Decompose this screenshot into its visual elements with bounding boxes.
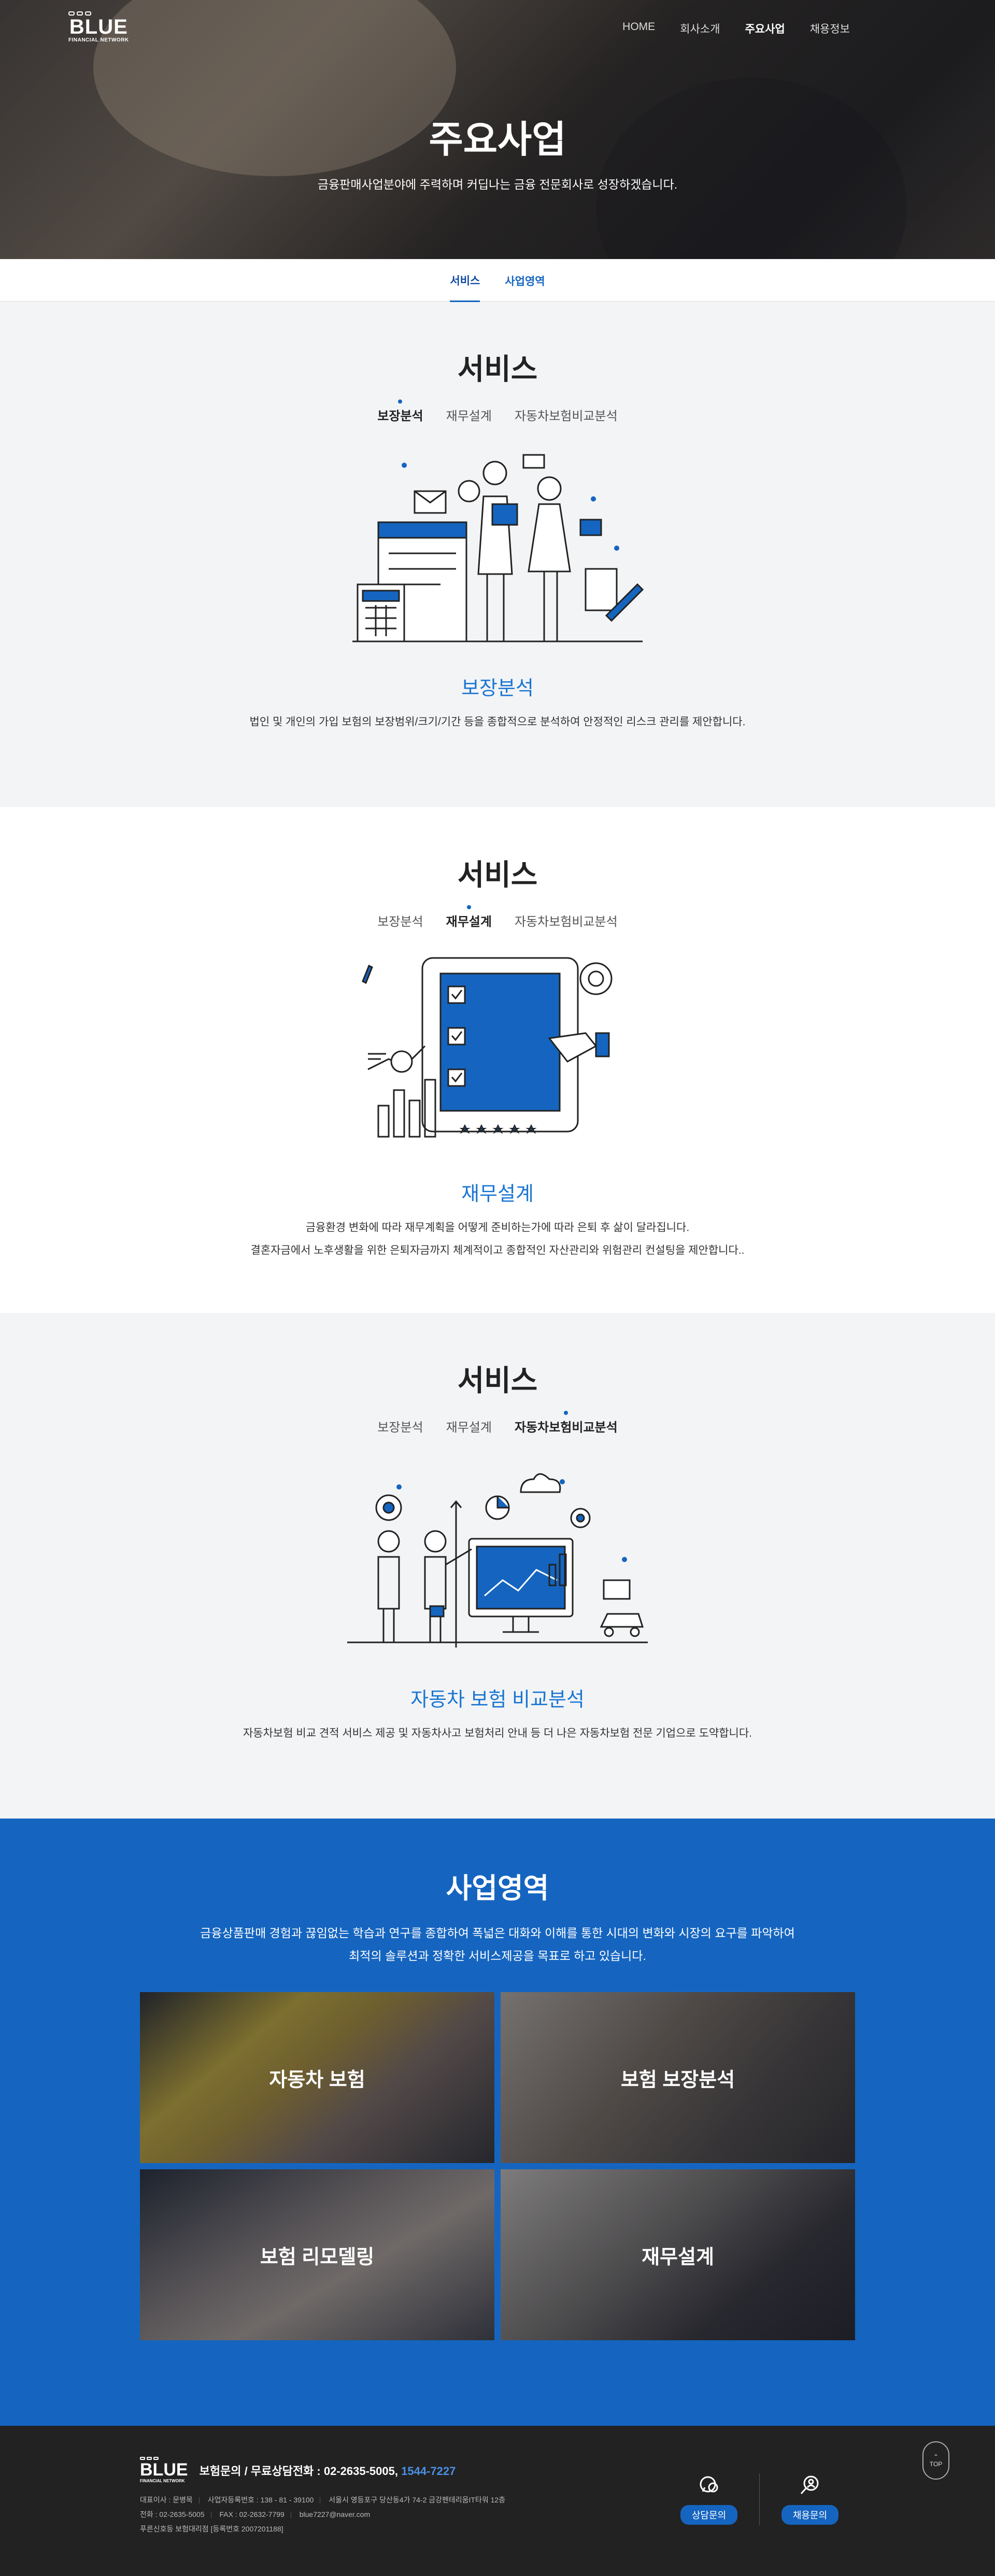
logo-mark-icon [68,11,129,16]
sub-tab-coverage[interactable]: 보장분석 [377,1417,423,1435]
service-title: 서비스 [457,858,538,891]
footer-address: 서울시 영등포구 당산동4가 74-2 금강펜테리움IT타워 12층 [329,2496,506,2504]
footer-contact: 보험문의 / 무료상담전화 : 02-2635-5005, 1544-7227 [200,2462,456,2479]
footer-top: BLUE FINANCIAL NETWORK 보험문의 / 무료상담전화 : 0… [140,2457,995,2483]
business-title: 사업영역 [446,1873,549,1904]
card-car-insurance[interactable]: 자동차 보험 [140,1992,494,2163]
logo-sub: FINANCIAL NETWORK [68,37,129,43]
card-title: 보험 리모델링 [260,2246,375,2268]
chevron-up-icon: ⌃ [933,2453,939,2460]
service-section-2: 서비스 보장분석 재무설계 자동차보험비교분석 재무설계 금융환경 변화에 따라… [0,807,995,1313]
business-desc-line1: 금융상품판매 경험과 끊임없는 학습과 연구를 종합하여 폭넓은 대화와 이해를… [200,1926,795,1940]
service-item-desc: 금융환경 변화에 따라 재무계획을 어떻게 준비하는가에 따라 은퇴 후 삶이 … [0,1217,995,1262]
footer-contact-text: 보험문의 / 무료상담전화 : 02-2635-5005, [199,2464,398,2478]
sub-tab-car[interactable]: 자동차보험비교분석 [515,406,618,424]
menu-home[interactable]: HOME [622,21,655,36]
card-title: 자동차 보험 [269,2069,365,2091]
service-item-desc: 자동차보험 비교 견적 서비스 제공 및 자동차사고 보험처리 안내 등 더 나… [243,1727,752,1739]
sub-tab-car[interactable]: 자동차보험비교분석 [515,1411,618,1435]
footer-email: blue7227@naver.com [299,2510,371,2518]
service-sub-tabs: 보장분석 재무설계 자동차보험비교분석 [0,1411,995,1435]
top-button[interactable]: ⌃ TOP [922,2441,949,2480]
footer-buttons: 상담문의 채용문의 [669,2473,850,2525]
service-section-3: 서비스 보장분석 재무설계 자동차보험비교분석 자동차 보험 비교분석 자동차보… [0,1313,995,1819]
footer-info: 대표이사 : 문병목 사업자등록번호 : 138 - 81 - 39100 서울… [140,2493,995,2536]
logo[interactable]: BLUE FINANCIAL NETWORK [68,11,129,43]
business-desc-line2: 최적의 솔루션과 정확한 서비스제공을 목표로 하고 있습니다. [349,1949,646,1963]
card-remodeling[interactable]: 보험 리모델링 [140,2169,494,2340]
card-financial-planning[interactable]: 재무설계 [501,2169,855,2340]
sub-tab-planning[interactable]: 재무설계 [446,905,492,929]
footer-logo-sub: FINANCIAL NETWORK [140,2479,185,2483]
footer-logo-word: BLUE [140,2460,188,2480]
service-sub-tabs: 보장분석 재무설계 자동차보험비교분석 [0,399,995,424]
card-title: 보험 보장분석 [620,2069,735,2091]
service-item-desc: 법인 및 개인의 가입 보험의 보장범위/크기/기간 등을 종합적으로 분석하여… [249,716,746,728]
card-title: 재무설계 [642,2246,714,2268]
footer-tel: 전화 : 02-2635-5005 [140,2510,205,2518]
footer: BLUE FINANCIAL NETWORK 보험문의 / 무료상담전화 : 0… [0,2426,995,2576]
car-insurance-illustration [347,1473,648,1648]
menu-company[interactable]: 회사소개 [680,21,720,36]
section-tabs: 서비스 사업영역 [0,259,995,302]
service-item-title: 보장분석 [461,678,534,699]
page-title: 주요사업 [429,119,566,161]
menu-recruit[interactable]: 채용정보 [810,21,850,36]
tab-business[interactable]: 사업영역 [505,259,545,301]
business-desc: 금융상품판매 경험과 끊임없는 학습과 연구를 종합하여 폭넓은 대화와 이해를… [0,1922,995,1967]
business-section: 사업영역 금융상품판매 경험과 끊임없는 학습과 연구를 종합하여 폭넓은 대화… [0,1819,995,2426]
service-item-title: 재무설계 [461,1183,534,1205]
main-menu: HOME 회사소개 주요사업 채용정보 [622,11,850,36]
service-item-title: 자동차 보험 비교분석 [410,1689,585,1711]
consult-label: 상담문의 [680,2505,738,2525]
service-sub-tabs: 보장분석 재무설계 자동차보험비교분석 [0,905,995,929]
recruit-button[interactable]: 채용문의 [770,2474,850,2525]
sub-tab-planning[interactable]: 재무설계 [446,406,492,424]
footer-logo[interactable]: BLUE FINANCIAL NETWORK [140,2457,188,2483]
service-title: 서비스 [457,1364,538,1397]
global-nav: BLUE FINANCIAL NETWORK HOME 회사소개 주요사업 채용… [0,0,995,57]
footer-fax: FAX : 02-2632-7799 [219,2510,285,2518]
chat-icon [698,2474,720,2497]
card-coverage-analysis[interactable]: 보험 보장분석 [501,1992,855,2163]
financial-planning-illustration [362,957,613,1138]
sub-tab-planning[interactable]: 재무설계 [446,1417,492,1435]
search-person-icon [799,2474,821,2497]
service-item-desc-line1: 금융환경 변화에 따라 재무계획을 어떻게 준비하는가에 따라 은퇴 후 삶이 … [305,1222,690,1234]
page-subtitle: 금융판매사업분야에 주력하며 커딥나는 금융 전문회사로 성장하겠습니다. [317,178,678,191]
service-item-desc-line2: 결혼자금에서 노후생활을 위한 은퇴자금까지 체계적이고 종합적인 자산관리와 … [250,1244,745,1256]
service-section-1: 서비스 보장분석 재무설계 자동차보험비교분석 보장분석 법인 및 개인의 가입… [0,302,995,807]
footer-biz-no: 사업자등록번호 : 138 - 81 - 39100 [207,2496,314,2504]
logo-word: BLUE [69,16,128,38]
tab-service[interactable]: 서비스 [450,259,480,302]
coverage-analysis-illustration [352,454,644,642]
recruit-label: 채용문의 [781,2505,839,2525]
menu-business[interactable]: 주요사업 [745,21,785,36]
footer-agency: 푸른신호등 보험대리점 [등록번호 2007201188] [140,2525,283,2533]
service-title: 서비스 [457,353,538,385]
footer-divider [759,2473,760,2525]
business-grid: 자동차 보험 보험 보장분석 보험 리모델링 재무설계 [140,1992,855,2340]
sub-tab-coverage[interactable]: 보장분석 [377,399,423,424]
top-label: TOP [929,2460,943,2468]
hero: BLUE FINANCIAL NETWORK HOME 회사소개 주요사업 채용… [0,0,995,259]
footer-contact-highlight: 1544-7227 [401,2464,456,2478]
footer-ceo: 대표이사 : 문병목 [140,2496,193,2504]
consult-button[interactable]: 상담문의 [669,2474,749,2525]
sub-tab-car[interactable]: 자동차보험비교분석 [515,911,618,929]
sub-tab-coverage[interactable]: 보장분석 [377,911,423,929]
